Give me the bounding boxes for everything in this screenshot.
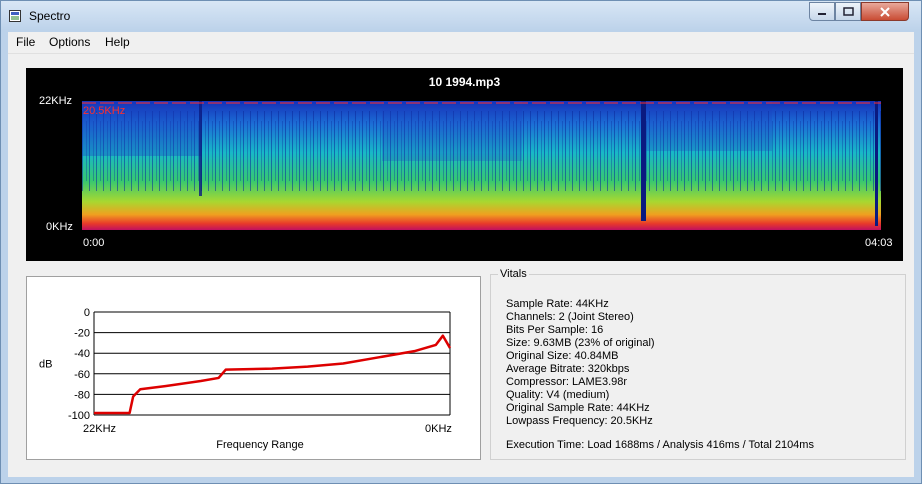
frequency-response-chart: 0 -20 -40 -60 -80 -100 dB 22KHz 0KHz Frequency Ra… — [39, 307, 452, 451]
vital-line: Lowpass Frequency: 20.5KHz — [506, 415, 653, 427]
minimize-button[interactable] — [809, 2, 835, 21]
vital-line: Sample Rate: 44KHz — [506, 298, 609, 310]
window-title: Spectro — [29, 9, 71, 23]
vital-line: Bits Per Sample: 16 — [506, 324, 604, 336]
lowpass-label: 20.5KHz — [83, 105, 126, 117]
spectrogram-file-name: 10 1994.mp3 — [428, 75, 501, 89]
minimize-icon — [818, 12, 826, 15]
maximize-button[interactable] — [835, 2, 861, 21]
app-window: Spectro File Options Help 10 1994.mp3 22… — [0, 0, 922, 484]
chart-y-tick-label: -20 — [74, 328, 90, 340]
client-area: 10 1994.mp3 22KHz 0KHz 0:00 04:03 20.5KH… — [8, 54, 914, 477]
vital-line: Channels: 2 (Joint Stereo) — [506, 311, 634, 323]
vital-line: Compressor: LAME3.98r — [506, 376, 628, 388]
spectrogram-time-start: 0:00 — [83, 237, 105, 249]
menu-bar: File Options Help — [8, 32, 914, 54]
frequency-graph-panel: 0 -20 -40 -60 -80 -100 dB 22KHz 0KHz Frequency Ra… — [26, 276, 481, 460]
chart-y-tick-label: -60 — [74, 369, 90, 381]
vitals-legend: Vitals — [498, 268, 529, 280]
chart-series-line — [94, 334, 452, 415]
app-icon — [9, 10, 21, 22]
vital-line: Original Sample Rate: 44KHz — [506, 402, 650, 414]
chart-y-label: dB — [39, 359, 52, 371]
chart-y-tick-label: -80 — [74, 389, 90, 401]
chart-x-label: Frequency Range — [216, 439, 303, 451]
spectrogram-y-bottom-label: 0KHz — [46, 221, 73, 233]
spectrogram-image — [82, 101, 881, 230]
chart-x-tick-right: 0KHz — [425, 423, 452, 435]
chart-y-tick-label: -40 — [74, 348, 90, 360]
spectrogram-y-top-label: 22KHz — [39, 95, 73, 107]
maximize-icon — [842, 7, 854, 16]
execution-time: Execution Time: Load 1688ms / Analysis 4… — [506, 439, 814, 451]
chart-y-tick-label: -100 — [68, 410, 90, 422]
vital-line: Quality: V4 (medium) — [506, 389, 610, 401]
spectrogram-panel: 10 1994.mp3 22KHz 0KHz 0:00 04:03 20.5KH… — [26, 68, 903, 261]
vital-line: Size: 9.63MB (23% of original) — [506, 337, 655, 349]
chart-x-tick-left: 22KHz — [83, 423, 116, 435]
title-bar[interactable]: Spectro — [1, 1, 921, 31]
vital-line: Average Bitrate: 320kbps — [506, 363, 630, 375]
close-icon — [880, 6, 890, 17]
vital-line: Original Size: 40.84MB — [506, 350, 619, 362]
chart-y-tick-label: 0 — [84, 307, 90, 319]
menu-options[interactable]: Options — [49, 35, 90, 49]
menu-help[interactable]: Help — [105, 35, 130, 49]
menu-file[interactable]: File — [16, 35, 35, 49]
spectrogram-time-end: 04:03 — [865, 237, 893, 249]
close-button[interactable] — [861, 2, 909, 21]
vitals-group: Vitals Sample Rate: 44KHz Channels: 2 (Jo… — [490, 268, 906, 460]
